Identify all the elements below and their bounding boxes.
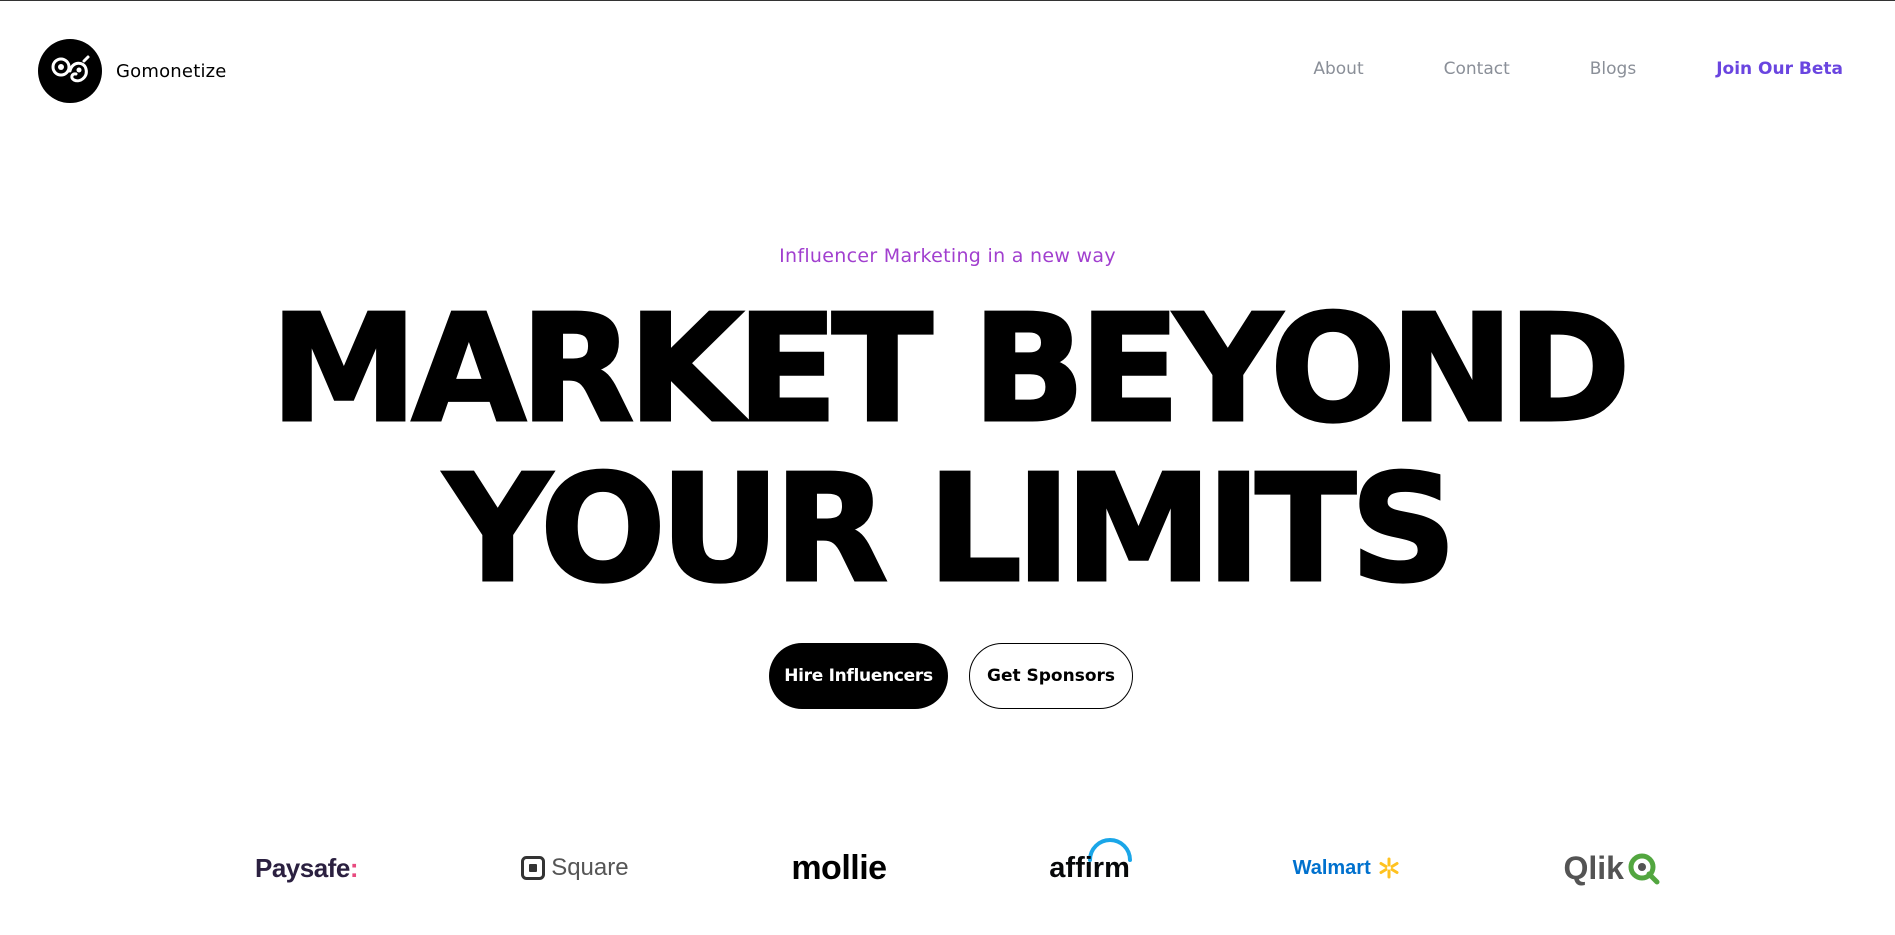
nav-contact-link[interactable]: Contact [1444, 59, 1510, 79]
affirm-logo-text: affirm [1049, 851, 1130, 884]
get-sponsors-button[interactable]: Get Sponsors [969, 643, 1133, 709]
hero-headline-line-2: YOUR LIMITS [443, 443, 1459, 615]
mollie-logo: mollie [791, 846, 887, 890]
hire-influencers-button[interactable]: Hire Influencers [769, 643, 948, 709]
landing-page: Gomonetize About Contact Blogs Join Our … [0, 0, 1895, 935]
brand-name: Gomonetize [116, 60, 227, 82]
square-logo: Square [521, 846, 629, 890]
paysafe-logo-text: Paysafe [255, 852, 350, 883]
brand-logo-icon [38, 39, 102, 103]
square-logo-text: Square [551, 854, 629, 881]
brand-home-link[interactable]: Gomonetize [38, 39, 227, 103]
qlik-q-icon [1628, 853, 1660, 885]
hero-headline-line-1: MARKET BEYOND [269, 283, 1632, 455]
partner-logos: Paysafe : Square mollie affirm Walmart Q… [255, 838, 1660, 890]
hero-headline: MARKET BEYOND YOUR LIMITS [0, 283, 1895, 615]
qlik-logo-text: Qlik [1563, 849, 1624, 886]
affirm-logo: affirm [1049, 838, 1132, 890]
main-nav: About Contact Blogs Join Our Beta [1313, 59, 1843, 79]
mollie-logo-text: mollie [791, 848, 887, 887]
hero-buttons: Hire Influencers Get Sponsors [0, 643, 1895, 709]
hero-tagline: Influencer Marketing in a new way [779, 245, 1116, 267]
walmart-logo: Walmart [1293, 846, 1401, 890]
square-logo-icon [521, 856, 546, 880]
walmart-logo-text: Walmart [1292, 856, 1371, 879]
paysafe-logo-mark: : [349, 852, 359, 883]
qlik-logo: Qlik [1563, 846, 1660, 890]
nav-join-beta-link[interactable]: Join Our Beta [1716, 59, 1843, 79]
face-mascot-icon [51, 55, 90, 83]
nav-blogs-link[interactable]: Blogs [1590, 59, 1636, 79]
walmart-spark-icon [1379, 857, 1399, 879]
nav-about-link[interactable]: About [1313, 59, 1363, 79]
paysafe-logo: Paysafe : [255, 846, 358, 890]
